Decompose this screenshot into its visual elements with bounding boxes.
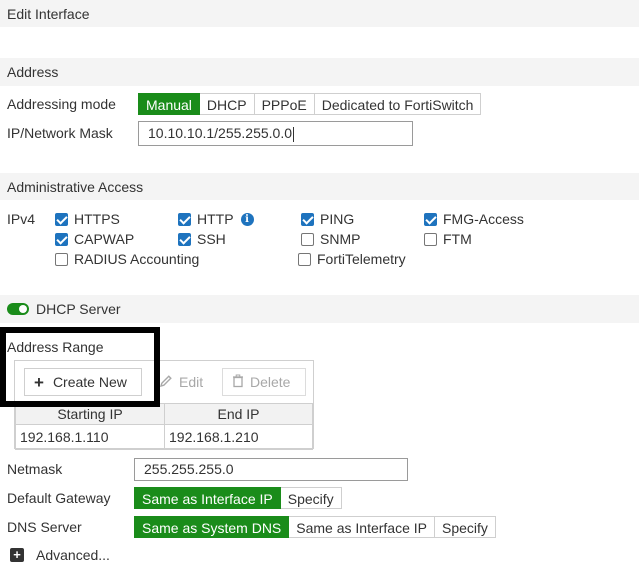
- checkbox-ping-label: PING: [320, 211, 355, 227]
- checkbox-snmp-label: SNMP: [320, 231, 361, 247]
- highlight-annotation-box: [0, 327, 160, 407]
- checkbox-ftm[interactable]: FTM: [424, 231, 472, 247]
- checkbox-capwap[interactable]: CAPWAP: [55, 231, 134, 247]
- checkbox-fortitelemetry-label: FortiTelemetry: [317, 251, 406, 267]
- trash-icon: [232, 374, 244, 391]
- gateway-same-as-interface-button[interactable]: Same as Interface IP: [134, 487, 281, 509]
- checkbox-ping-box[interactable]: [301, 212, 314, 226]
- pencil-icon: [159, 374, 173, 391]
- column-header-end-ip[interactable]: End IP: [164, 403, 313, 425]
- ip-mask-label: IP/Network Mask: [7, 125, 113, 141]
- checkbox-fmg-access-box[interactable]: [424, 212, 437, 226]
- checkbox-radius-accounting[interactable]: RADIUS Accounting: [55, 251, 199, 267]
- checkbox-ping[interactable]: PING: [301, 211, 354, 227]
- checkbox-ftm-box[interactable]: [424, 232, 437, 246]
- checkbox-snmp[interactable]: SNMP: [301, 231, 360, 247]
- netmask-label: Netmask: [7, 461, 63, 477]
- checkbox-http[interactable]: HTTP i: [178, 211, 254, 227]
- dns-server-label: DNS Server: [7, 519, 82, 535]
- default-gateway-label: Default Gateway: [7, 490, 111, 506]
- netmask-input[interactable]: 255.255.255.0: [134, 458, 408, 481]
- dns-server-selector: Same as System DNS Same as Interface IP …: [134, 516, 496, 538]
- dhcp-server-toggle[interactable]: [7, 303, 29, 315]
- checkbox-fmg-access-label: FMG-Access: [443, 211, 524, 227]
- dns-same-as-system-button[interactable]: Same as System DNS: [134, 516, 290, 538]
- delete-label: Delete: [250, 374, 291, 390]
- page-title: Edit Interface: [7, 6, 90, 22]
- mode-pppoe-button[interactable]: PPPoE: [254, 93, 315, 115]
- mode-manual-button[interactable]: Manual: [138, 93, 200, 115]
- gateway-specify-button[interactable]: Specify: [280, 487, 342, 509]
- dhcp-server-label: DHCP Server: [36, 301, 121, 317]
- checkbox-fmg-access[interactable]: FMG-Access: [424, 211, 524, 227]
- netmask-value: 255.255.255.0: [144, 461, 234, 477]
- checkbox-https[interactable]: HTTPS: [55, 211, 120, 227]
- checkbox-fortitelemetry[interactable]: FortiTelemetry: [298, 251, 406, 267]
- table-cell-end-ip: 192.168.1.210: [164, 424, 313, 450]
- dns-specify-button[interactable]: Specify: [435, 516, 496, 538]
- checkbox-http-box[interactable]: [178, 212, 191, 226]
- checkbox-capwap-box[interactable]: [55, 232, 68, 246]
- edit-label: Edit: [179, 374, 204, 390]
- checkbox-ftm-label: FTM: [443, 231, 472, 247]
- address-section-header: Address: [0, 58, 639, 86]
- text-cursor: [293, 126, 295, 142]
- checkbox-http-label: HTTP: [197, 211, 234, 227]
- ip-mask-input[interactable]: 10.10.10.1/255.255.0.0: [138, 121, 413, 146]
- checkbox-ssh-label: SSH: [197, 231, 226, 247]
- section-title-admin-access: Administrative Access: [7, 179, 144, 195]
- table-cell-starting-ip: 192.168.1.110: [15, 424, 165, 450]
- addressing-mode-label: Addressing mode: [7, 96, 116, 112]
- checkbox-https-label: HTTPS: [74, 211, 120, 227]
- ipv4-label: IPv4: [7, 211, 36, 227]
- plus-square-icon: +: [10, 548, 24, 562]
- section-title-address: Address: [7, 64, 59, 80]
- dhcp-server-section-header: DHCP Server: [0, 295, 639, 323]
- mode-fortiswitch-button[interactable]: Dedicated to FortiSwitch: [314, 93, 482, 115]
- header-bar: Edit Interface: [0, 0, 639, 27]
- info-icon[interactable]: i: [240, 212, 254, 226]
- checkbox-ssh-box[interactable]: [178, 232, 191, 246]
- advanced-label: Advanced...: [36, 547, 110, 563]
- addressing-mode-selector: Manual DHCP PPPoE Dedicated to FortiSwit…: [138, 93, 482, 115]
- checkbox-radius-accounting-box[interactable]: [55, 252, 68, 266]
- checkbox-ssh[interactable]: SSH: [178, 231, 226, 247]
- default-gateway-selector: Same as Interface IP Specify: [134, 487, 342, 509]
- mode-dhcp-button[interactable]: DHCP: [199, 93, 255, 115]
- checkbox-radius-accounting-label: RADIUS Accounting: [74, 251, 200, 267]
- checkbox-https-box[interactable]: [55, 212, 68, 226]
- toggle-knob: [19, 305, 27, 313]
- address-range-table: Starting IP End IP 192.168.1.110 192.168…: [15, 403, 313, 450]
- checkbox-snmp-box[interactable]: [301, 232, 314, 246]
- delete-button[interactable]: Delete: [222, 368, 306, 396]
- admin-access-section-header: Administrative Access: [0, 173, 639, 200]
- checkbox-fortitelemetry-box[interactable]: [298, 252, 311, 266]
- advanced-expander[interactable]: + Advanced...: [10, 547, 110, 563]
- table-row[interactable]: 192.168.1.110 192.168.1.210: [15, 424, 313, 450]
- ip-mask-value: 10.10.10.1/255.255.0.0: [148, 125, 293, 141]
- checkbox-capwap-label: CAPWAP: [74, 231, 135, 247]
- dns-same-as-interface-button[interactable]: Same as Interface IP: [289, 516, 435, 538]
